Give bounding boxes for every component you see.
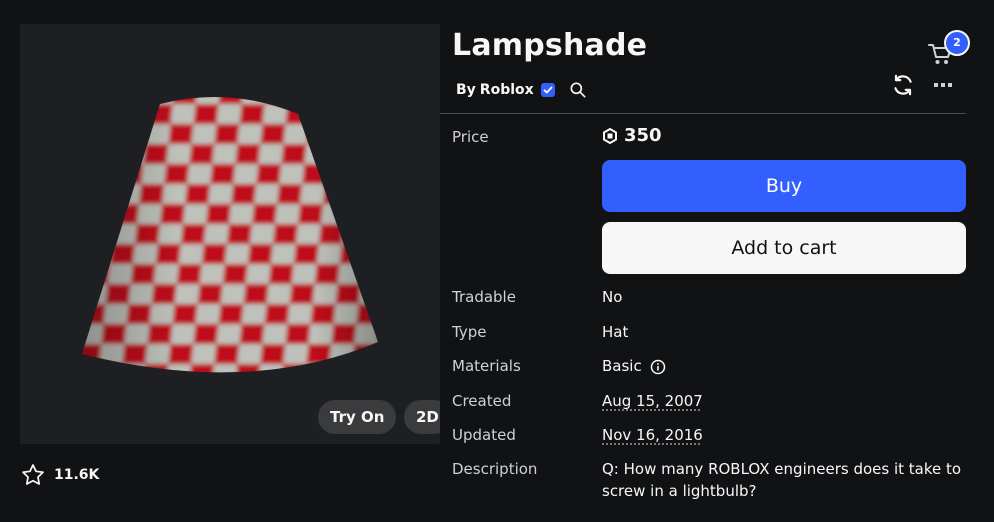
price-label: Price: [452, 128, 489, 146]
buy-button[interactable]: Buy: [602, 160, 966, 212]
creator-link[interactable]: Roblox: [480, 82, 534, 98]
price-value: 350: [602, 125, 662, 146]
item-detail-page: Try On 2D 11.6K Lampshade By Roblox 2 Pr…: [0, 0, 994, 522]
favorite-count: 11.6K: [54, 467, 100, 483]
add-to-cart-button[interactable]: Add to cart: [602, 222, 966, 274]
item-3d-preview[interactable]: Try On 2D: [20, 24, 440, 444]
cart-count-badge: 2: [944, 30, 970, 56]
type-value: Hat: [602, 323, 629, 341]
header-divider: [440, 113, 966, 114]
created-label: Created: [452, 392, 512, 410]
type-label: Type: [452, 323, 487, 341]
created-date: Aug 15, 2007: [602, 392, 703, 410]
materials-row: Basic: [602, 357, 666, 375]
creator-line: By Roblox: [456, 80, 588, 100]
description-text: Q: How many ROBLOX engineers does it tak…: [602, 460, 962, 500]
more-options-icon[interactable]: [932, 74, 954, 96]
price-amount: 350: [624, 125, 662, 146]
verified-badge-icon: [540, 83, 555, 97]
materials-value: Basic: [602, 357, 642, 375]
materials-label: Materials: [452, 357, 521, 375]
view-2d-button[interactable]: 2D: [404, 400, 440, 434]
star-icon[interactable]: [20, 462, 46, 488]
description-label: Description: [452, 460, 538, 478]
creator-prefix: By: [456, 82, 476, 98]
favorite-control[interactable]: 11.6K: [20, 462, 99, 488]
try-on-button[interactable]: Try On: [318, 400, 397, 434]
robux-icon: [603, 127, 617, 144]
search-icon[interactable]: [568, 80, 588, 100]
tradable-label: Tradable: [452, 288, 516, 306]
updated-label: Updated: [452, 426, 516, 444]
lampshade-render: [82, 96, 378, 373]
item-title: Lampshade: [452, 28, 648, 63]
refresh-icon[interactable]: [890, 72, 916, 98]
tradable-value: No: [602, 288, 623, 306]
updated-date: Nov 16, 2016: [602, 426, 703, 444]
info-icon[interactable]: [650, 359, 666, 375]
